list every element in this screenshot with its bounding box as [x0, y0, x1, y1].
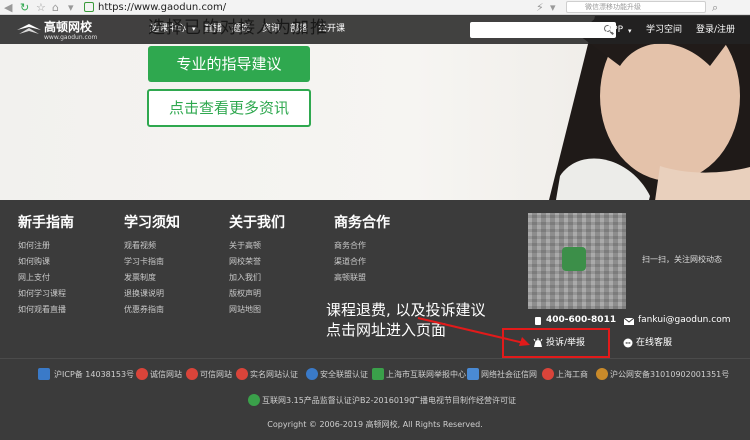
police-icon — [596, 368, 608, 380]
trust-site-icon — [136, 368, 148, 380]
cert-realname[interactable]: 实名网站认证 — [250, 370, 298, 380]
site-logo[interactable]: 高顿网校 www.gaodun.com — [16, 20, 98, 42]
logo-url: www.gaodun.com — [44, 34, 98, 41]
footer-link[interactable]: 网上支付 — [18, 273, 50, 283]
footer-link[interactable]: 高顿联盟 — [334, 273, 366, 283]
more-info-button[interactable]: 点击查看更多资讯 — [147, 89, 311, 127]
annotation-highlight-box — [502, 328, 610, 358]
footer-link[interactable]: 商务合作 — [334, 241, 366, 251]
footer-link[interactable]: 加入我们 — [229, 273, 261, 283]
cert-report[interactable]: 上海市互联网举报中心 — [386, 370, 466, 380]
credit-icon — [467, 368, 479, 380]
footer-link[interactable]: 退换课说明 — [124, 289, 164, 299]
dropdown-icon[interactable]: ▾ — [550, 1, 556, 14]
business-icon — [542, 368, 554, 380]
chat-icon[interactable] — [623, 338, 633, 348]
back-icon[interactable]: ◀ — [4, 1, 12, 14]
reload-icon[interactable]: ↻ — [20, 1, 29, 14]
credible-site-icon — [186, 368, 198, 380]
nav-study-space[interactable]: 学习空间 — [646, 24, 682, 36]
browser-search-icon[interactable]: ⌕ — [712, 1, 718, 14]
cert-security[interactable]: 安全联盟认证 — [320, 370, 368, 380]
menu-icon[interactable]: ▾ — [68, 1, 74, 14]
nav-app[interactable]: APP — [606, 24, 623, 36]
home-icon[interactable]: ⌂ — [52, 1, 59, 14]
phone-icon — [535, 317, 541, 325]
mail-icon — [624, 317, 634, 325]
cert-credit[interactable]: 网络社会征信网 — [481, 370, 537, 380]
footer-link[interactable]: 版权声明 — [229, 289, 261, 299]
icp-icon — [38, 368, 50, 380]
footer-link[interactable]: 网站地图 — [229, 305, 261, 315]
footer-link[interactable]: 渠道合作 — [334, 257, 366, 267]
contact-phone: 400-600-8011 — [546, 315, 617, 325]
site-search-input[interactable] — [470, 22, 616, 38]
footer-col-title: 关于我们 — [229, 215, 285, 231]
footer-link[interactable]: 如何观看直播 — [18, 305, 66, 315]
browser-search-input[interactable]: 微信漂移功能升级 — [566, 1, 706, 13]
footer-col-title: 商务合作 — [334, 215, 390, 231]
annotation-text-line1: 课程退费, 以及投诉建议 — [326, 301, 486, 319]
report-center-icon — [372, 368, 384, 380]
cert-trust[interactable]: 诚信网站 — [150, 370, 182, 380]
footer-col-title: 学习须知 — [124, 215, 180, 231]
security-alliance-icon — [306, 368, 318, 380]
advice-button[interactable]: 专业的指导建议 — [148, 46, 310, 82]
app-caret-icon[interactable]: ▾ — [628, 25, 632, 37]
nav-login[interactable]: 登录/注册 — [696, 24, 735, 36]
cert-broadcast: 广播电视节目制作经营许可证 — [412, 396, 516, 405]
footer-link[interactable]: 如何注册 — [18, 241, 50, 251]
bookmark-icon[interactable]: ☆ — [36, 1, 46, 14]
footer-link[interactable]: 如何学习课程 — [18, 289, 66, 299]
footer-link[interactable]: 如何购课 — [18, 257, 50, 267]
online-service-link[interactable]: 在线客服 — [636, 338, 672, 349]
footer-link[interactable]: 网校荣誉 — [229, 257, 261, 267]
annotation-text-line2: 点击网址进入页面 — [326, 321, 447, 339]
logo-wings-icon — [17, 24, 41, 34]
cert-icp[interactable]: 沪ICP备 14038153号 — [54, 370, 134, 380]
footer-link[interactable]: 学习卡指南 — [124, 257, 164, 267]
footer-link[interactable]: 优惠券指南 — [124, 305, 164, 315]
footer-link[interactable]: 观看视频 — [124, 241, 156, 251]
cert-icp-b2: 沪B2-20160190 — [352, 396, 415, 405]
315-icon — [248, 394, 260, 406]
realname-icon — [236, 368, 248, 380]
footer-link[interactable]: 关于高顿 — [229, 241, 261, 251]
copyright-text: Copyright © 2006-2019 高顿网校, All Rights R… — [267, 420, 483, 429]
secure-lock-icon — [84, 2, 94, 12]
qr-logo-icon — [562, 247, 586, 271]
footer-divider — [0, 358, 750, 359]
cert-315[interactable]: 互联网3.15产品监督认证 — [262, 396, 352, 406]
footer-col-title: 新手指南 — [18, 215, 74, 231]
cert-business[interactable]: 上海工商 — [556, 370, 588, 380]
contact-email[interactable]: fankui@gaodun.com — [638, 315, 730, 326]
share-icon[interactable]: ⚡ — [536, 1, 544, 14]
cert-credible[interactable]: 可信网站 — [200, 370, 232, 380]
qr-caption: 扫一扫，关注网校动态 — [642, 255, 722, 264]
logo-name: 高顿网校 — [44, 20, 93, 34]
address-bar[interactable]: https://www.gaodun.com/ — [98, 1, 226, 14]
footer-link[interactable]: 发票制度 — [124, 273, 156, 283]
overlay-handwriting-text: 选择已的对接人为加推 — [148, 18, 328, 38]
cert-police[interactable]: 沪公网安备31010902001351号 — [610, 370, 729, 380]
site-nav-bar — [0, 16, 750, 44]
